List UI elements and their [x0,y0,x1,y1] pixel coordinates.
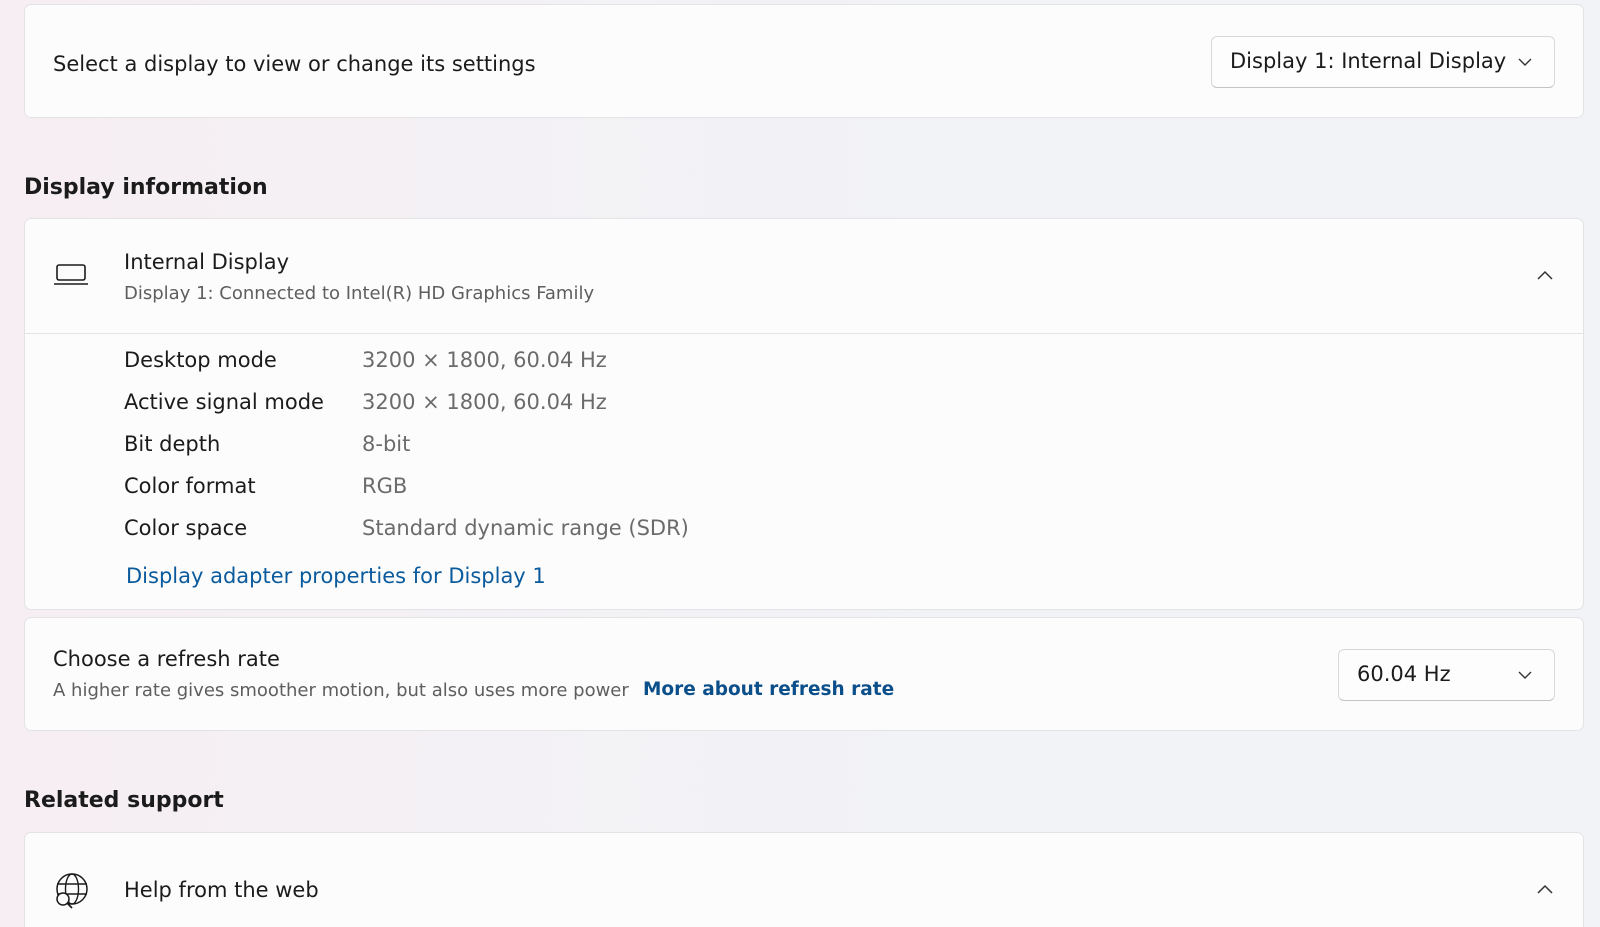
globe-search-icon [56,873,88,909]
property-value: Standard dynamic range (SDR) [362,516,689,540]
refresh-rate-dropdown[interactable]: 60.04 Hz [1338,649,1555,701]
display-subtitle: Display 1: Connected to Intel(R) HD Grap… [124,283,595,304]
display-information-card: Internal Display Display 1: Connected to… [24,218,1584,610]
help-from-web-card[interactable]: Help from the web [24,832,1584,927]
property-label: Desktop mode [124,348,277,372]
refresh-rate-card: Choose a refresh rate A higher rate give… [24,617,1584,731]
chevron-up-icon[interactable] [1535,880,1555,900]
property-label: Active signal mode [124,390,324,414]
property-value: RGB [362,474,408,498]
refresh-rate-value: 60.04 Hz [1357,662,1451,686]
refresh-rate-description: A higher rate gives smoother motion, but… [53,680,629,701]
chevron-down-icon [1518,58,1532,66]
display-select-dropdown[interactable]: Display 1: Internal Display [1211,36,1555,88]
help-from-web-title: Help from the web [124,878,319,902]
display-select-card: Select a display to view or change its s… [24,4,1584,118]
display-select-value: Display 1: Internal Display [1230,49,1507,73]
display-adapter-properties-link[interactable]: Display adapter properties for Display 1 [126,564,546,588]
property-label: Bit depth [124,432,221,456]
property-value: 8-bit [362,432,411,456]
display-select-label: Select a display to view or change its s… [53,52,536,76]
chevron-down-icon [1518,671,1532,679]
property-label: Color format [124,474,256,498]
property-value: 3200 × 1800, 60.04 Hz [362,390,607,414]
more-about-refresh-rate-link[interactable]: More about refresh rate [643,679,894,700]
chevron-up-icon[interactable] [1535,266,1555,286]
display-information-header[interactable]: Internal Display Display 1: Connected to… [25,219,1583,334]
related-support-heading: Related support [24,788,224,813]
display-title: Internal Display [124,250,290,274]
display-information-heading: Display information [24,175,268,200]
property-value: 3200 × 1800, 60.04 Hz [362,348,607,372]
property-label: Color space [124,516,248,540]
refresh-rate-title: Choose a refresh rate [53,647,280,671]
laptop-icon [54,264,88,285]
